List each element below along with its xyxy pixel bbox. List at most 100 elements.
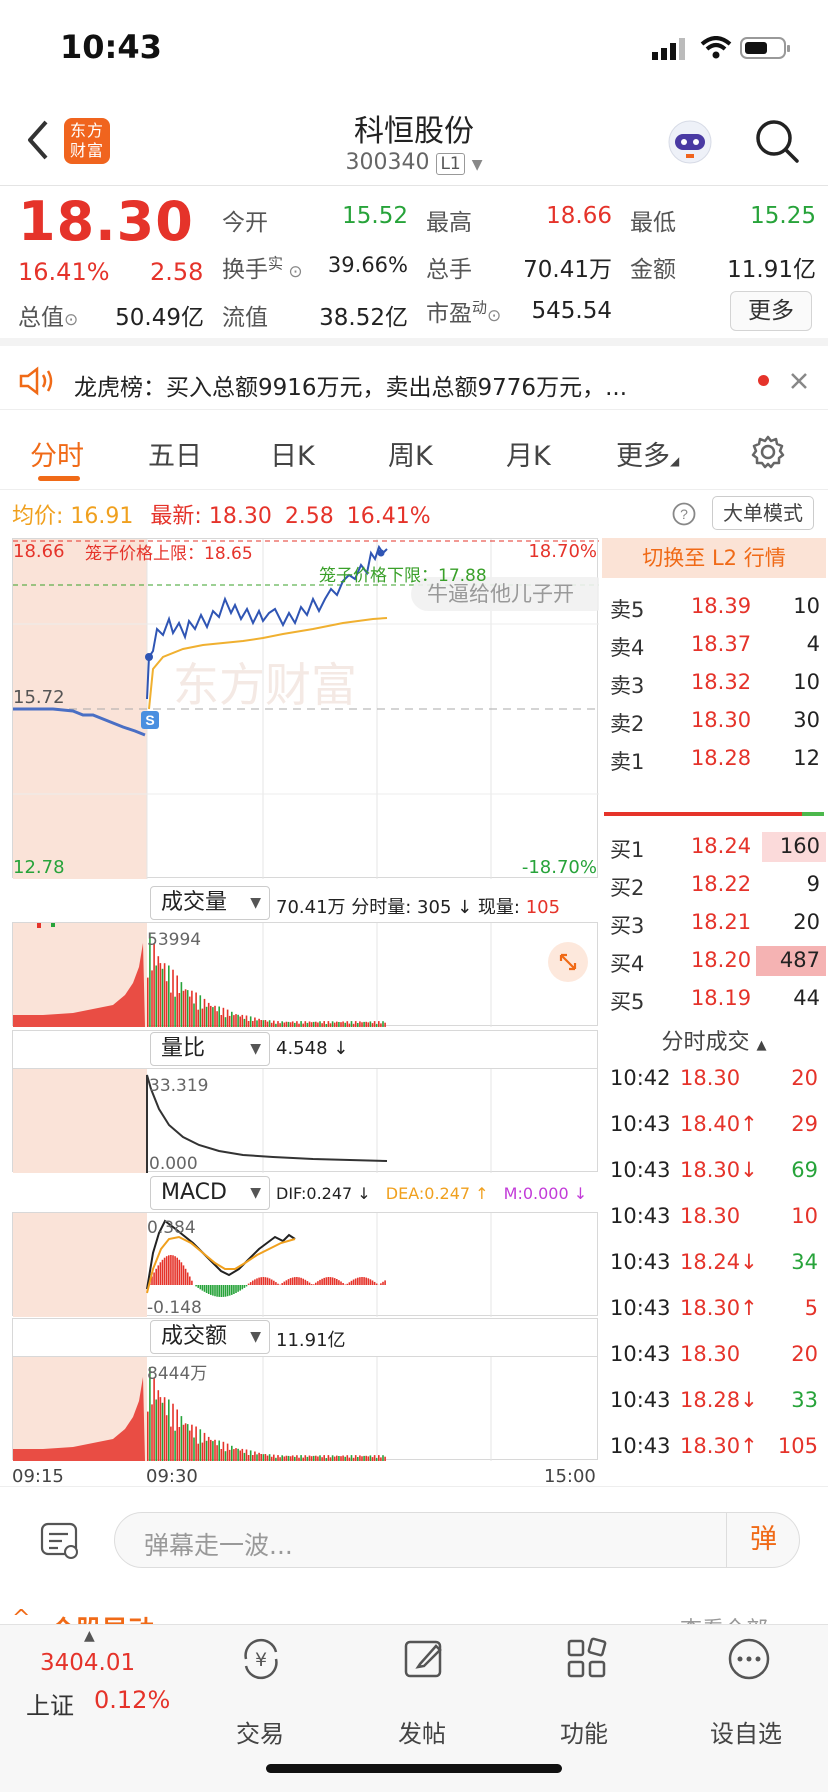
indicator-select-macd[interactable]: MACD ▼ [150, 1176, 270, 1210]
volume-bar [237, 1448, 239, 1461]
expand-icon [559, 953, 577, 971]
volume-bar [186, 1424, 189, 1461]
ratio-pane[interactable]: 33.319 0.000 [12, 1068, 598, 1174]
volume-bar [375, 1457, 378, 1461]
volume-bar [151, 970, 153, 1027]
search-icon[interactable] [754, 118, 800, 164]
amount-label: 金额 [630, 257, 676, 283]
tick-time: 10:43 [610, 1112, 671, 1136]
volume-bar [361, 1456, 363, 1461]
macd-bar [218, 1285, 220, 1297]
macd-pane[interactable]: 0.384 -0.148 [12, 1212, 598, 1318]
volume-bar [270, 1022, 273, 1027]
volume-bar [302, 1457, 304, 1461]
caret-up-icon: ▲ [84, 1628, 95, 1644]
tab-monthly-k[interactable]: 月K [506, 434, 551, 473]
volume-bar [310, 1456, 313, 1461]
volume-bar [321, 1023, 323, 1027]
danmu-toggle-icon[interactable] [40, 1522, 80, 1560]
ask-label: 卖4 [610, 636, 645, 660]
big-order-mode-button[interactable]: 大单模式 [712, 496, 814, 530]
info-dots-icon[interactable]: ⊙ [283, 262, 302, 282]
volume-bar [233, 1015, 235, 1027]
volume-bar [243, 1018, 246, 1027]
macd-bar [224, 1285, 227, 1297]
macd-bar [186, 1272, 189, 1285]
macd-bar [170, 1255, 172, 1285]
volume-bar [184, 1423, 187, 1461]
turnover-sup: 实 [268, 254, 284, 273]
index-name[interactable]: 上证 [26, 1686, 74, 1721]
settings-gear-icon[interactable] [750, 434, 786, 470]
volume-pane[interactable]: 53994 [12, 922, 598, 1027]
volume-bar [231, 1445, 233, 1461]
info-dots-icon[interactable]: ⊙ [487, 306, 501, 326]
more-quote-button[interactable]: 更多 [730, 291, 812, 331]
indicator-select-volume[interactable]: 成交量 ▼ [150, 886, 270, 920]
add-watchlist-icon[interactable] [726, 1636, 772, 1682]
tab-active-indicator [38, 476, 80, 481]
function-grid-icon[interactable] [564, 1636, 610, 1682]
macd-bar [298, 1277, 300, 1285]
nav-trade[interactable]: 交易 [200, 1714, 320, 1749]
volume-bar [279, 1023, 281, 1027]
chevron-up-icon[interactable]: ^ [12, 1606, 30, 1624]
trade-icon[interactable]: ¥ [238, 1636, 284, 1682]
volume-bar [201, 1008, 204, 1027]
amount-pane[interactable]: 8444万 [12, 1356, 598, 1461]
tab-more[interactable]: 更多◢ [616, 434, 679, 473]
tab-weekly-k[interactable]: 周K [388, 434, 433, 473]
ticks-title[interactable]: 分时成交 ▲ [602, 1024, 826, 1056]
post-icon[interactable] [402, 1636, 448, 1682]
indicator-select-ratio[interactable]: 量比 ▼ [150, 1032, 270, 1066]
macd-bar [195, 1285, 197, 1287]
volume-bar [266, 1021, 269, 1027]
amount-max-label: 8444万 [147, 1364, 207, 1384]
pre-market-area [13, 1213, 147, 1317]
switch-l2-button[interactable]: 切换至 L2 行情 [602, 538, 826, 578]
wifi-icon [700, 36, 732, 59]
nav-add-watchlist[interactable]: 设自选 [686, 1714, 806, 1749]
last-price: 18.30 [18, 190, 194, 253]
volume-bar [189, 996, 191, 1027]
ask-vol: 4 [806, 632, 820, 656]
ask-label: 卖3 [610, 674, 645, 698]
time-label-end: 15:00 [544, 1466, 596, 1487]
indicator-select-amount[interactable]: 成交额 ▼ [150, 1320, 270, 1354]
tab-daily-k[interactable]: 日K [270, 434, 315, 473]
macd-bar [191, 1280, 193, 1285]
volume-bar [369, 1455, 372, 1461]
close-icon[interactable] [790, 372, 808, 390]
volume-bar [235, 1014, 237, 1027]
volume-bar [281, 1455, 283, 1461]
robot-assistant-icon[interactable] [666, 118, 714, 166]
view-all-link[interactable]: 查看全部 [680, 1612, 768, 1624]
nav-post[interactable]: 发帖 [362, 1714, 482, 1749]
nav-function[interactable]: 功能 [524, 1714, 644, 1749]
tab-five-day[interactable]: 五日 [148, 434, 202, 473]
macd-bar [325, 1277, 328, 1285]
tick-vol: 69 [791, 1158, 818, 1182]
index-pct[interactable]: 0.12% [94, 1686, 170, 1714]
ask-row-3: 卖3 18.32 10 [602, 662, 826, 705]
info-dots-icon[interactable]: ⊙ [64, 310, 78, 330]
ask-vol: 10 [793, 594, 820, 618]
macd-bar [239, 1285, 241, 1291]
macd-bar [371, 1280, 374, 1285]
expand-button[interactable] [548, 942, 588, 982]
volume-bar [180, 982, 183, 1027]
news-text[interactable]: 龙虎榜：买入总额9916万元，卖出总额9776万元，... [74, 368, 627, 402]
volume-bar [159, 1397, 162, 1461]
volume-bar [317, 1456, 319, 1461]
volume-bar [165, 1415, 168, 1461]
macd-bar [296, 1277, 298, 1285]
indicator-name: 成交额 [161, 1324, 228, 1349]
intraday-chart[interactable]: S 东方财富 牛逼给他儿子开 18.66 笼子价格上限：18.65 18.70%… [12, 538, 611, 879]
help-icon[interactable]: ? [672, 502, 696, 526]
index-value[interactable]: 3404.01 [40, 1650, 135, 1676]
tick-vol: 34 [791, 1250, 818, 1274]
danmu-send-button[interactable]: 弹 [726, 1512, 800, 1568]
bid-price: 18.21 [690, 910, 752, 934]
macd-bar [308, 1282, 311, 1285]
tab-intraday[interactable]: 分时 [30, 434, 84, 473]
